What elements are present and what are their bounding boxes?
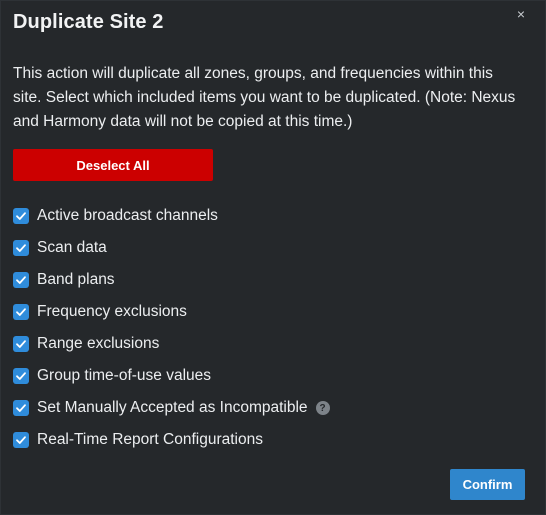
checkbox-checked-icon[interactable] [13, 272, 29, 288]
option-band-plans[interactable]: Band plans [13, 264, 330, 296]
checkbox-checked-icon[interactable] [13, 432, 29, 448]
close-icon[interactable]: × [517, 6, 525, 22]
option-active-broadcast-channels[interactable]: Active broadcast channels [13, 200, 330, 232]
checkbox-checked-icon[interactable] [13, 304, 29, 320]
option-label: Active broadcast channels [37, 207, 218, 224]
option-label: Set Manually Accepted as Incompatible [37, 399, 308, 416]
option-range-exclusions[interactable]: Range exclusions [13, 328, 330, 360]
option-label: Frequency exclusions [37, 303, 187, 320]
question-circle-icon[interactable]: ? [315, 401, 330, 415]
options-list: Active broadcast channels Scan data Band… [13, 200, 330, 456]
option-label: Real-Time Report Configurations [37, 431, 263, 448]
dialog-description: This action will duplicate all zones, gr… [13, 65, 516, 130]
option-label: Scan data [37, 239, 107, 256]
option-group-time-of-use-values[interactable]: Group time-of-use values [13, 360, 330, 392]
option-set-manually-accepted-as-incompatible[interactable]: Set Manually Accepted as Incompatible ? [13, 392, 330, 424]
checkbox-checked-icon[interactable] [13, 240, 29, 256]
option-label: Band plans [37, 271, 115, 288]
confirm-button[interactable]: Confirm [450, 469, 525, 500]
option-label: Range exclusions [37, 335, 160, 352]
option-real-time-report-configurations[interactable]: Real-Time Report Configurations [13, 424, 330, 456]
deselect-all-button[interactable]: Deselect All [13, 149, 213, 181]
checkbox-checked-icon[interactable] [13, 208, 29, 224]
checkbox-checked-icon[interactable] [13, 368, 29, 384]
option-label: Group time-of-use values [37, 367, 212, 384]
checkbox-checked-icon[interactable] [13, 336, 29, 352]
option-scan-data[interactable]: Scan data [13, 232, 330, 264]
checkbox-checked-icon[interactable] [13, 400, 29, 416]
duplicate-site-dialog: Duplicate Site 2 × This action will dupl… [0, 0, 546, 515]
dialog-title: Duplicate Site 2 [13, 11, 164, 33]
option-frequency-exclusions[interactable]: Frequency exclusions [13, 296, 330, 328]
